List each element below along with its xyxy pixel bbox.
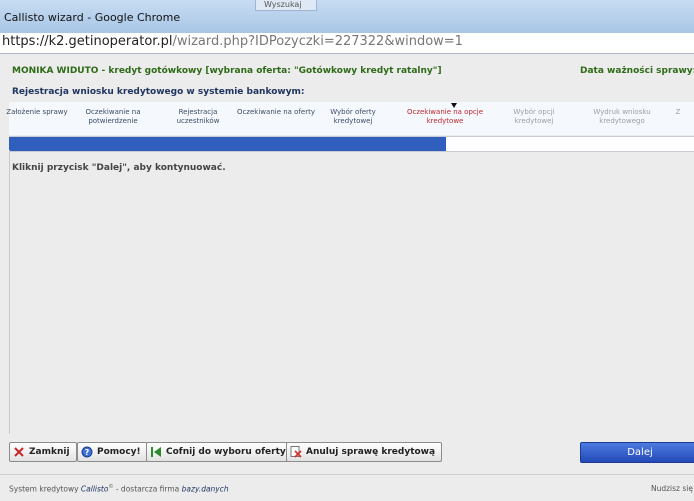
browser-title-bar: Wyszukaj Callisto wizard - Google Chrome xyxy=(0,0,694,34)
close-icon xyxy=(13,446,25,458)
case-header: MONIKA WIDUTO - kredyt gotówkowy [wybran… xyxy=(12,66,694,80)
url-domain: https://k2.getinoperator.pl xyxy=(2,34,173,49)
section-title: Rejestracja wniosku kredytowego w system… xyxy=(12,87,305,97)
footer-suffix: - dostarcza firma xyxy=(115,484,180,494)
window-title: Callisto wizard - Google Chrome xyxy=(4,11,181,24)
help-button[interactable]: ? Pomocy! xyxy=(77,442,148,462)
step-item-current: Oczekiwanie na opcje kredytowe xyxy=(406,108,484,125)
address-bar[interactable]: https://k2.getinoperator.pl/wizard.php?I… xyxy=(0,33,694,54)
step-item: Oczekiwanie na oferty xyxy=(236,108,316,116)
case-title: MONIKA WIDUTO - kredyt gotówkowy [wybran… xyxy=(12,66,442,76)
help-button-label: Pomocy! xyxy=(97,447,141,457)
content-area xyxy=(9,150,694,434)
back-to-offer-button[interactable]: Cofnij do wyboru oferty xyxy=(146,442,293,462)
background-tab[interactable]: Wyszukaj xyxy=(255,0,317,11)
next-button-label: Dalej xyxy=(627,447,653,458)
footer-credits: System kredytowy Callisto© - dostarcza f… xyxy=(9,484,229,494)
wizard-steps: Założenie sprawy Oczekiwanie na potwierd… xyxy=(6,102,694,135)
next-button[interactable]: Dalej xyxy=(580,442,694,463)
step-item: Oczekiwanie na potwierdzenie xyxy=(85,108,141,125)
case-expiry-date: Data ważności sprawy: 20 xyxy=(580,66,694,76)
footer: System kredytowy Callisto© - dostarcza f… xyxy=(0,474,694,501)
close-button[interactable]: Zamknij xyxy=(9,442,77,462)
url-path: /wizard.php?IDPozyczki=227322&window=1 xyxy=(172,34,463,49)
wizard-progress-fill xyxy=(9,137,446,151)
wizard-page: MONIKA WIDUTO - kredyt gotówkowy [wybran… xyxy=(0,54,694,501)
footer-right-link[interactable]: Nudzisz się xyxy=(651,484,693,493)
step-item: Z xyxy=(675,108,681,116)
cancel-case-button[interactable]: Anuluj sprawę kredytową xyxy=(286,442,443,462)
cancel-document-icon xyxy=(290,446,302,458)
step-item: Wybór oferty kredytowej xyxy=(330,108,376,125)
step-item: Wydruk wniosku kredytowego xyxy=(593,108,651,125)
svg-text:?: ? xyxy=(85,448,90,457)
footer-prefix: System kredytowy xyxy=(9,484,79,494)
instruction-message: Kliknij przycisk "Dalej", aby kontynuowa… xyxy=(12,163,226,173)
footer-company-link[interactable]: bazy.danych xyxy=(182,485,229,494)
footer-brand: Callisto xyxy=(80,484,109,494)
step-item: Założenie sprawy xyxy=(6,108,68,116)
close-button-label: Zamknij xyxy=(29,447,70,457)
back-arrow-icon xyxy=(150,446,162,458)
step-item: Rejestracja uczestników xyxy=(176,108,220,125)
back-to-offer-button-label: Cofnij do wyboru oferty xyxy=(166,447,286,457)
address-url[interactable]: https://k2.getinoperator.pl/wizard.php?I… xyxy=(2,34,463,49)
background-tab-label: Wyszukaj xyxy=(264,0,302,9)
cancel-case-button-label: Anuluj sprawę kredytową xyxy=(306,447,436,457)
help-icon: ? xyxy=(81,446,93,458)
step-item: Wybór opcji kredytowej xyxy=(513,108,555,125)
